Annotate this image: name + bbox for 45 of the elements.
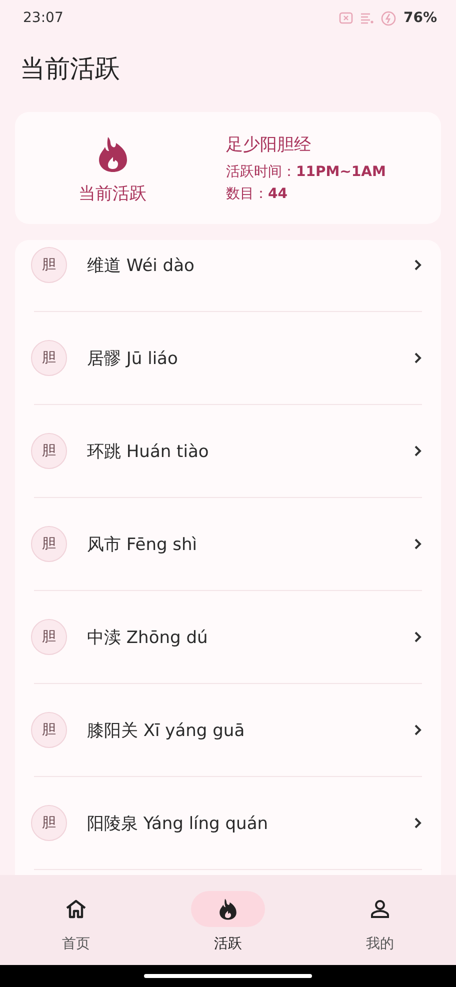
point-name: 维道 Wéi dào: [87, 254, 196, 276]
battery-level: 76%: [403, 10, 437, 26]
meridian-name: 足少阳胆经: [226, 134, 312, 156]
active-time: 活跃时间：11PM~1AM: [226, 163, 386, 181]
point-item[interactable]: 胆 居髎 Jū liáo: [34, 312, 422, 405]
nav-tab[interactable]: 我的: [320, 891, 440, 953]
meridian-badge: 胆: [31, 619, 67, 655]
point-name: 中渎 Zhōng dú: [87, 626, 209, 648]
meridian-badge: 胆: [31, 247, 67, 283]
chevron-right-icon: [414, 817, 422, 829]
page-title: 当前活跃: [20, 52, 120, 84]
point-name: 居髎 Jū liáo: [87, 348, 179, 370]
meridian-badge: 胆: [31, 340, 67, 376]
point-item[interactable]: 胆 环跳 Huán tiào: [34, 405, 422, 498]
point-count: 数目：44: [226, 185, 288, 203]
point-item[interactable]: 胆 膝阳关 Xī yáng guā: [34, 684, 422, 777]
person-icon: [370, 899, 390, 919]
point-item[interactable]: 胆 风市 Fēng shì: [34, 498, 422, 591]
point-item[interactable]: 胆 维道 Wéi dào: [34, 240, 422, 312]
chevron-right-icon: [414, 538, 422, 550]
point-name: 风市 Fēng shì: [87, 534, 198, 556]
chevron-right-icon: [414, 259, 422, 271]
point-name: 阳陵泉 Yáng líng quán: [87, 812, 270, 834]
meridian-badge: 胆: [31, 433, 67, 469]
chevron-right-icon: [414, 724, 422, 736]
nav-tab[interactable]: 首页: [16, 891, 136, 953]
sim-card-icon: [339, 12, 354, 24]
status-time: 23:07: [23, 10, 64, 26]
point-name: 环跳 Huán tiào: [87, 440, 210, 462]
point-item[interactable]: 胆 中渎 Zhōng dú: [34, 591, 422, 684]
notification-icon: [360, 12, 374, 24]
flame-icon: [219, 898, 237, 920]
meridian-badge: 胆: [31, 805, 67, 841]
nav-tab[interactable]: 活跃: [168, 891, 288, 953]
chevron-right-icon: [414, 352, 422, 364]
home-icon: [65, 899, 87, 919]
chevron-right-icon: [414, 445, 422, 457]
point-item[interactable]: 胆 阳陵泉 Yáng líng quán: [34, 777, 422, 870]
card-label: 当前活跃: [78, 182, 146, 204]
flame-icon: [98, 136, 128, 172]
meridian-badge: 胆: [31, 526, 67, 562]
point-name: 膝阳关 Xī yáng guā: [87, 720, 246, 742]
meridian-badge: 胆: [31, 712, 67, 748]
battery-charging-icon: [381, 10, 396, 26]
chevron-right-icon: [414, 631, 422, 643]
